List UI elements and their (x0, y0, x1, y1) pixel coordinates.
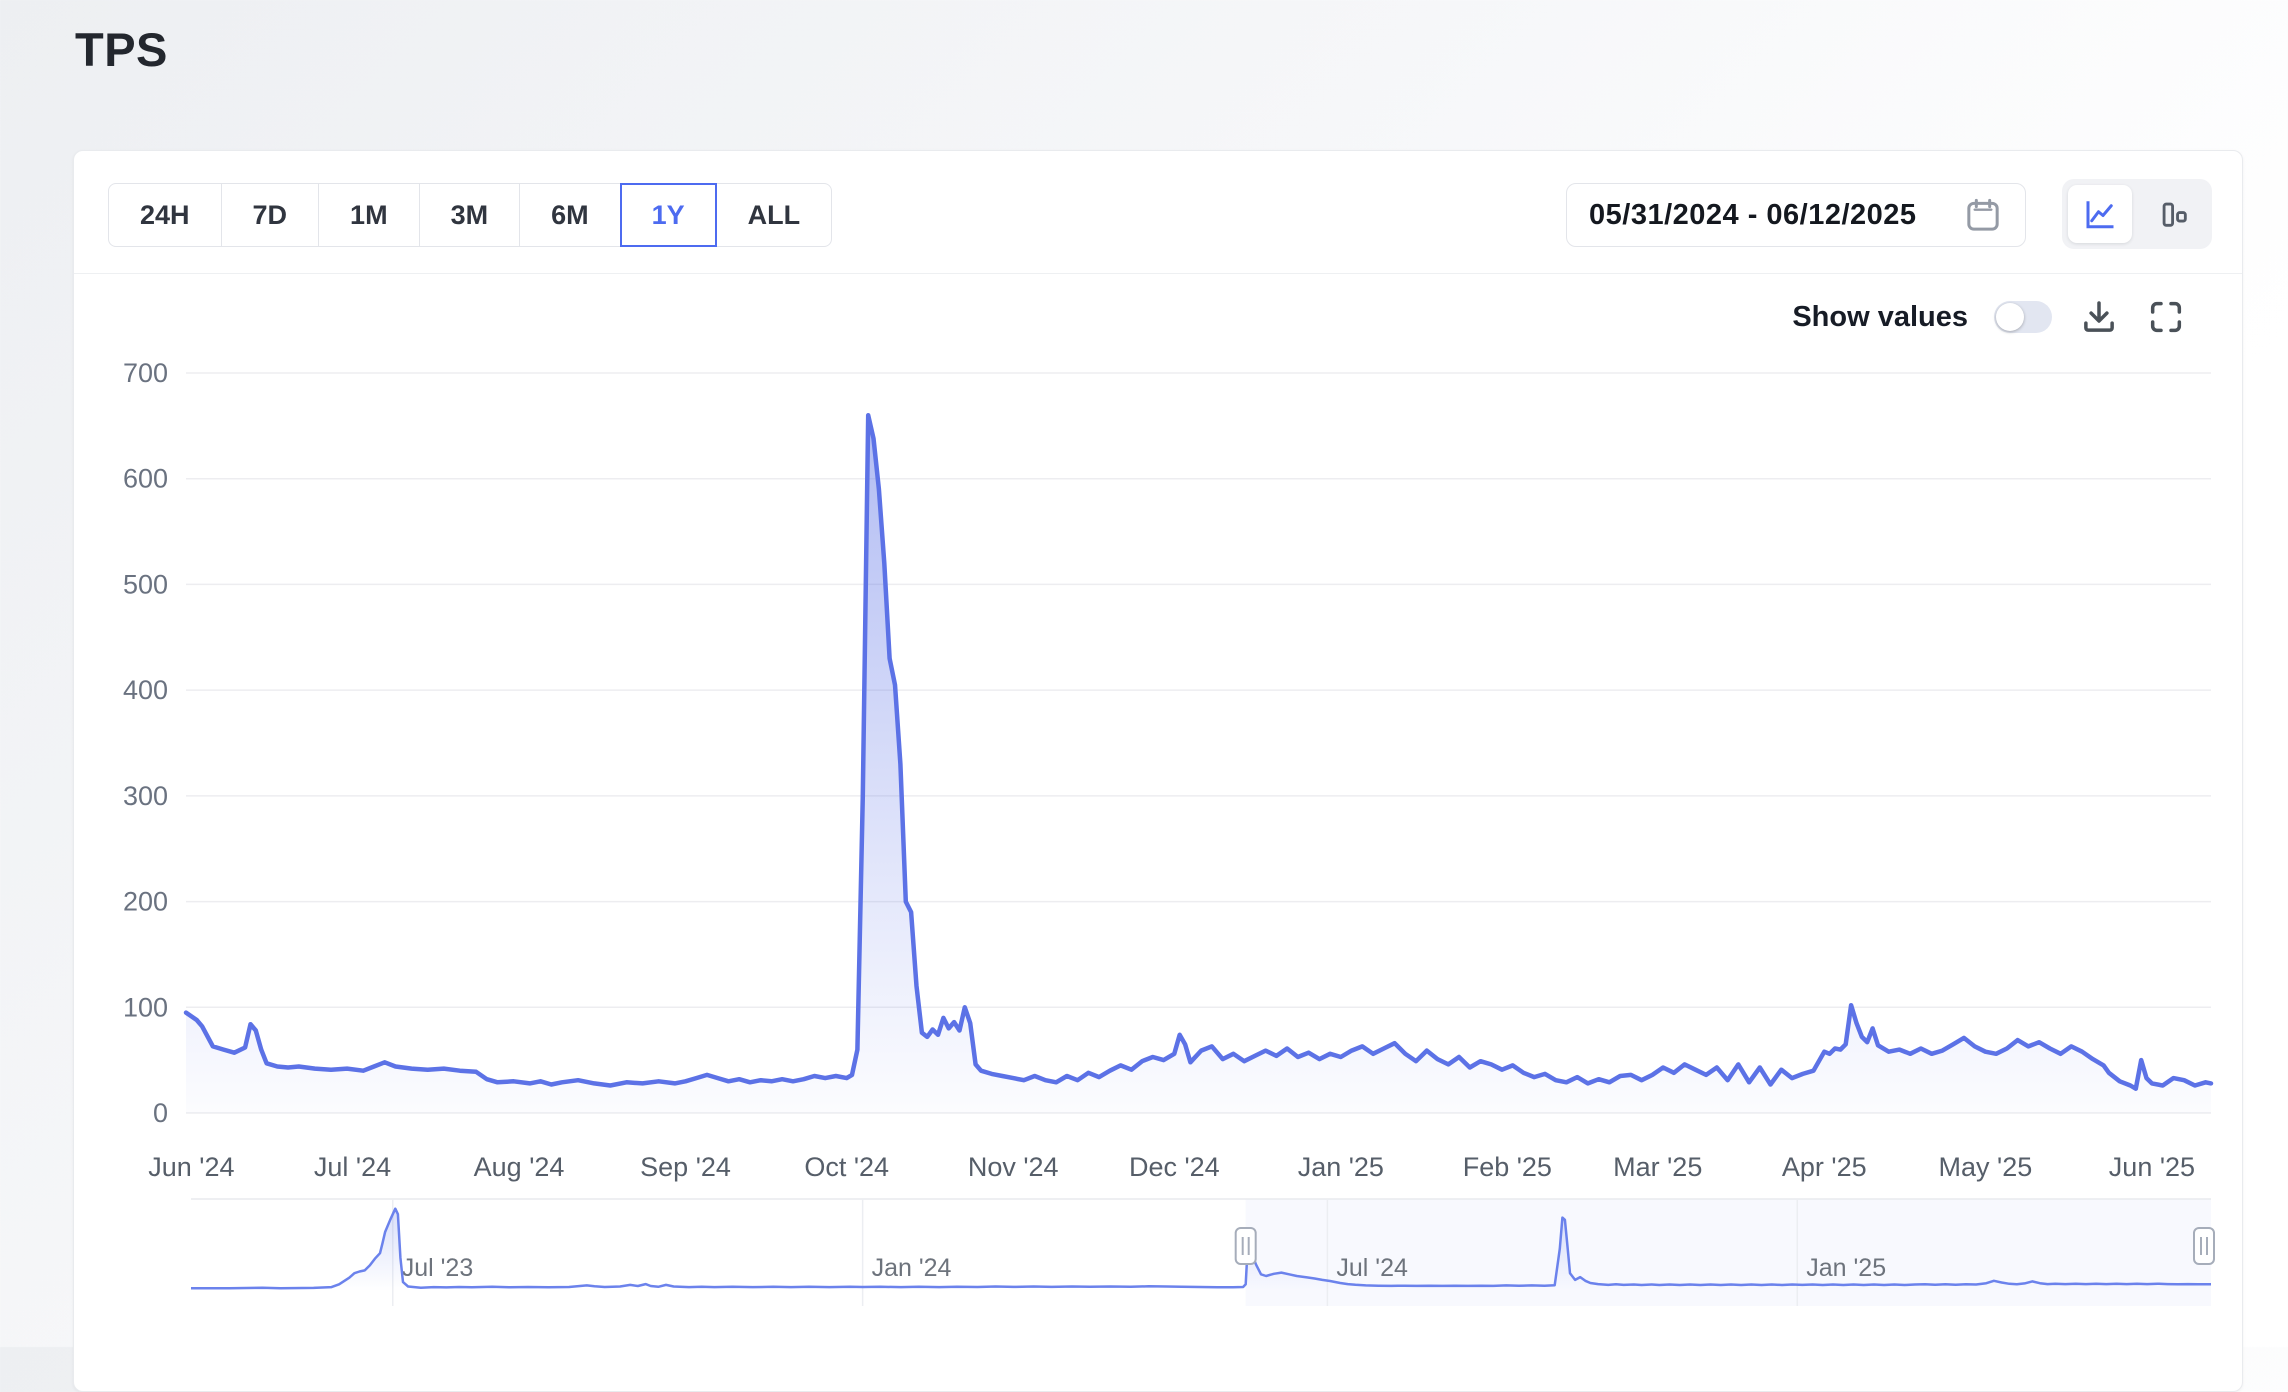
date-range-picker[interactable]: 05/31/2024 - 06/12/2025 (1566, 183, 2026, 247)
x-axis-label: Dec '24 (1129, 1152, 1220, 1182)
x-axis-label: May '25 (1939, 1152, 2033, 1182)
time-range-group: 24H7D1M3M6M1YALL (108, 183, 832, 247)
nav-axis-label: Jan '24 (872, 1254, 952, 1282)
x-axis-label: Mar '25 (1613, 1152, 1702, 1182)
nav-axis-label: Jan '25 (1806, 1254, 1886, 1282)
date-range-value: 05/31/2024 - 06/12/2025 (1589, 199, 1963, 232)
x-axis-label: Jan '25 (1298, 1152, 1384, 1182)
show-values-toggle[interactable] (1994, 301, 2052, 333)
calendar-icon (1963, 195, 2003, 235)
fullscreen-button[interactable] (2146, 297, 2186, 337)
download-icon (2078, 296, 2120, 338)
tps-line-series[interactable] (186, 415, 2211, 1088)
chart-card: 24H7D1M3M6M1YALL 05/31/2024 - 06/12/2025 (73, 150, 2243, 1392)
show-values-label: Show values (1792, 301, 1968, 334)
x-axis-label: Apr '25 (1782, 1152, 1867, 1182)
bar-chart-type-button[interactable] (2142, 185, 2206, 243)
range-button-1m[interactable]: 1M (318, 183, 420, 247)
brush-handle-left[interactable] (1236, 1228, 1256, 1264)
y-axis-label: 700 (123, 358, 168, 388)
y-axis-label: 500 (123, 569, 168, 599)
y-axis-label: 200 (123, 887, 168, 917)
range-button-6m[interactable]: 6M (519, 183, 621, 247)
y-axis-label: 300 (123, 781, 168, 811)
y-axis-label: 0 (153, 1098, 168, 1128)
line-chart-type-button[interactable] (2068, 185, 2132, 243)
chart-toolbar: 24H7D1M3M6M1YALL 05/31/2024 - 06/12/2025 (74, 151, 2242, 274)
fullscreen-icon (2146, 297, 2186, 337)
nav-axis-label: Jul '23 (402, 1254, 473, 1282)
x-axis-label: Sep '24 (640, 1152, 731, 1182)
chart-controls: Show values (1792, 291, 2186, 343)
range-button-1y[interactable]: 1Y (620, 183, 717, 247)
x-axis-label: Oct '24 (804, 1152, 889, 1182)
page-title: TPS (75, 22, 168, 77)
y-axis-label: 400 (123, 675, 168, 705)
area-fill (186, 415, 2211, 1113)
range-button-24h[interactable]: 24H (108, 183, 222, 247)
bar-chart-icon (2157, 197, 2191, 231)
toggle-knob (1996, 303, 2024, 331)
x-axis-label: Nov '24 (968, 1152, 1059, 1182)
main-chart[interactable]: 0 100 200 300 400 500 600 700 Jun '24 Jul '24 Aug … (75, 339, 2215, 1191)
range-button-all[interactable]: ALL (716, 183, 832, 247)
download-button[interactable] (2078, 296, 2120, 338)
y-axis-label: 600 (123, 464, 168, 494)
y-axis-label: 100 (123, 992, 168, 1022)
range-button-3m[interactable]: 3M (419, 183, 521, 247)
x-axis-label: Aug '24 (474, 1152, 565, 1182)
x-axis-label: Jun '25 (2109, 1152, 2195, 1182)
brush-handle-right[interactable] (2194, 1228, 2214, 1264)
navigator-chart[interactable]: Jul '23 Jan '24 Jul '24 Jan '25 (75, 1196, 2215, 1346)
chart-type-toggle (2062, 179, 2212, 249)
range-button-7d[interactable]: 7D (221, 183, 320, 247)
line-chart-icon (2082, 196, 2118, 232)
nav-axis-label: Jul '24 (1336, 1254, 1408, 1282)
x-axis-label: Jun '24 (148, 1152, 234, 1182)
x-axis-label: Jul '24 (314, 1152, 391, 1182)
x-axis-label: Feb '25 (1463, 1152, 1552, 1182)
